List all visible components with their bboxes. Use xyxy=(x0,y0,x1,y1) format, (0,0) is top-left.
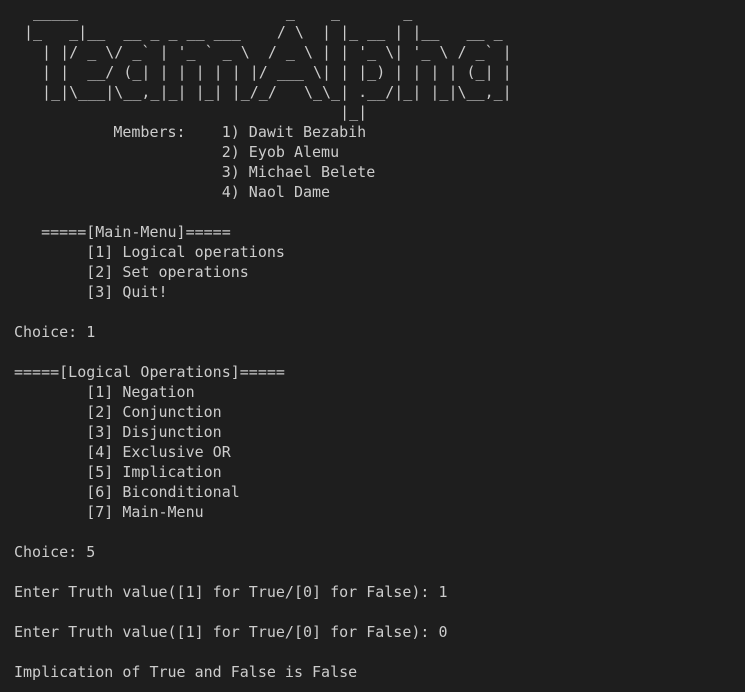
main-menu-option-1: [1] Logical operations xyxy=(14,243,285,261)
logical-option-3: [3] Disjunction xyxy=(14,423,222,441)
banner-line: |_ _|__ __ _ _ __ ___ / \ | |_ __ | |__ … xyxy=(24,23,512,41)
logical-option-1: [1] Negation xyxy=(14,383,195,401)
members-line-1: Members: 1) Dawit Bezabih xyxy=(14,123,367,141)
logical-option-4: [4] Exclusive OR xyxy=(14,443,231,461)
logical-option-2: [2] Conjunction xyxy=(14,403,222,421)
banner-line: _____ _ _ _ xyxy=(24,3,512,21)
banner-line: |_| xyxy=(24,103,512,121)
logical-option-6: [6] Biconditional xyxy=(14,483,240,501)
result-line: Implication of True and False is False xyxy=(14,663,358,681)
banner-line: | | __/ (_| | | | | | |/ ___ \| | |_) | … xyxy=(24,63,512,81)
logical-operations-header: =====[Logical Operations]===== xyxy=(14,363,285,381)
main-menu-option-2: [2] Set operations xyxy=(14,263,249,281)
members-line-2: 2) Eyob Alemu xyxy=(14,143,340,161)
truth-value-prompt-1: Enter Truth value([1] for True/[0] for F… xyxy=(14,583,448,601)
banner-line: | |/ _ \/ _` | '_ ` _ \ / _ \ | | '_ \| … xyxy=(24,43,512,61)
banner-line: |_|\___|\__,_|_| |_| |_/_/ \_\_| .__/|_|… xyxy=(24,83,512,101)
members-line-3: 3) Michael Belete xyxy=(14,163,376,181)
truth-value-prompt-2: Enter Truth value([1] for True/[0] for F… xyxy=(14,623,448,641)
members-line-4: 4) Naol Dame xyxy=(14,183,331,201)
choice-prompt: Choice: 5 xyxy=(14,543,96,561)
choice-prompt: Choice: 1 xyxy=(14,323,96,341)
logical-option-5: [5] Implication xyxy=(14,463,222,481)
terminal-window[interactable]: _____ _ _ _ |_ _|__ __ _ _ __ ___ / \ | … xyxy=(0,0,745,692)
main-menu-option-3: [3] Quit! xyxy=(14,283,168,301)
ascii-banner-team-alpha: _____ _ _ _ |_ _|__ __ _ _ __ ___ / \ | … xyxy=(24,2,512,122)
main-menu-header: =====[Main-Menu]===== xyxy=(14,223,231,241)
logical-option-7: [7] Main-Menu xyxy=(14,503,204,521)
terminal-output: Members: 1) Dawit Bezabih 2) Eyob Alemu … xyxy=(14,122,447,682)
